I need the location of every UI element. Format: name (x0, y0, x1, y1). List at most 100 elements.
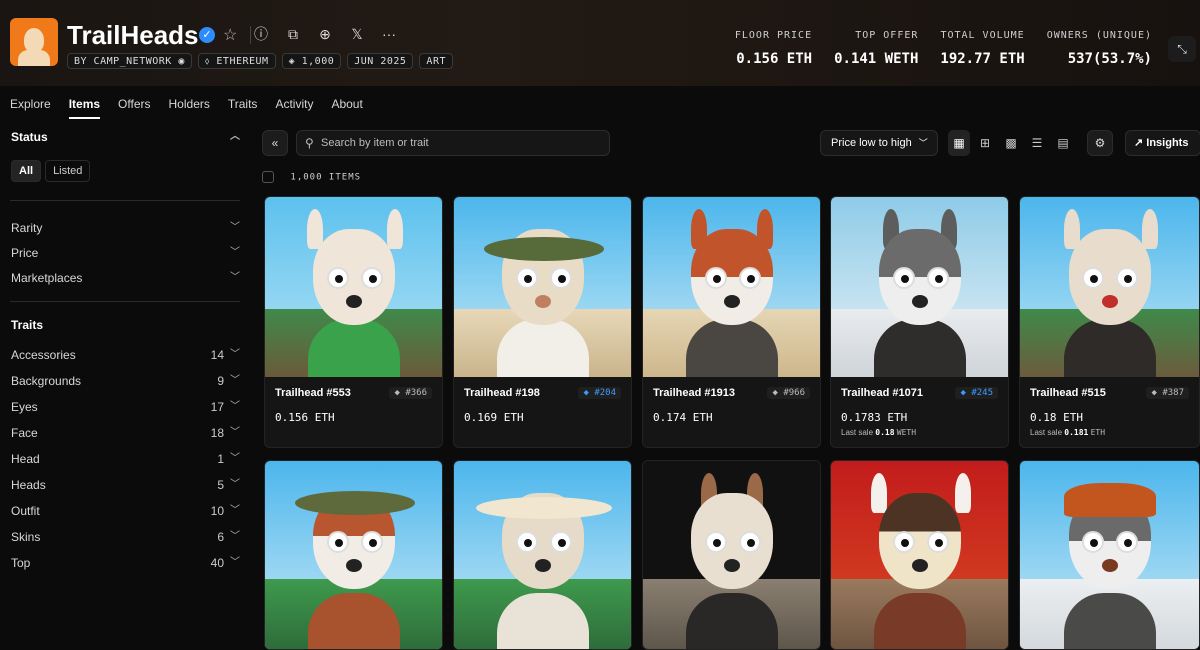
chain-chip[interactable]: ⬨ ETHEREUM (197, 53, 276, 69)
trait-face[interactable]: Face 18 ﹀ (0, 420, 250, 446)
item-price: 0.174 ETH (653, 411, 713, 424)
chevron-down-icon: ﹀ (230, 479, 240, 490)
filter-rarity[interactable]: Rarity ﹀ (0, 215, 250, 241)
item-card[interactable] (264, 460, 443, 650)
trait-top[interactable]: Top 40 ﹀ (0, 550, 250, 576)
category-chip[interactable]: ART (419, 53, 453, 69)
stat-floor-price: FLOOR PRICE 0.156 ETH (734, 30, 813, 67)
status-listed-button[interactable]: Listed (45, 160, 91, 182)
chevron-down-icon: ﹀ (230, 222, 240, 233)
item-card[interactable] (1019, 460, 1200, 650)
nft-image (265, 461, 442, 649)
chevron-down-icon: ﹀ (230, 401, 240, 412)
item-card[interactable]: Trailhead #553 ◆ #366 0.156 ETH (264, 196, 443, 448)
tab-activity[interactable]: Activity (275, 97, 313, 119)
items-toolbar: « ⚲ Price low to high ﹀ ▦ ⊞ ▩ ☰ ▤ ⚙ ↗ In… (262, 130, 1200, 156)
chevron-down-icon: ﹀ (230, 247, 240, 258)
stack-icon: ◈ (288, 56, 296, 67)
item-card[interactable]: Trailhead #198 ◆ #204 0.169 ETH (453, 196, 632, 448)
chevron-down-icon: ﹀ (230, 531, 240, 542)
select-all-checkbox[interactable] (262, 171, 274, 183)
item-card[interactable] (453, 460, 632, 650)
chevron-down-icon: ﹀ (230, 557, 240, 568)
last-sale: Last sale 0.181 ETH (1030, 428, 1106, 437)
favorite-star-icon[interactable]: ☆ (223, 25, 237, 45)
grid-medium-icon[interactable]: ⊞ (974, 130, 996, 156)
sidebar-divider (10, 301, 240, 302)
table-icon[interactable]: ▤ (1052, 130, 1074, 156)
filter-price[interactable]: Price ﹀ (0, 240, 250, 266)
nft-image (1020, 461, 1199, 649)
grid-small-icon[interactable]: ▩ (1000, 130, 1022, 156)
filter-marketplaces[interactable]: Marketplaces ﹀ (0, 265, 250, 291)
header-links: ⓘ ⧉ ⊕ 𝕏 ··· (252, 24, 398, 44)
trait-backgrounds[interactable]: Backgrounds 9 ﹀ (0, 368, 250, 394)
trait-skins[interactable]: Skins 6 ﹀ (0, 524, 250, 550)
item-card[interactable]: Trailhead #515 ◆ #387 0.18 ETH Last sale… (1019, 196, 1200, 448)
tab-offers[interactable]: Offers (118, 97, 150, 119)
x-twitter-icon[interactable]: 𝕏 (348, 24, 366, 44)
header-divider (250, 26, 251, 44)
grid-large-icon[interactable]: ▦ (948, 130, 970, 156)
chevron-down-icon: ﹀ (918, 138, 928, 148)
status-section-header[interactable]: Status ︿ (0, 124, 250, 150)
tab-traits[interactable]: Traits (228, 97, 258, 119)
status-toggle: All Listed (11, 160, 250, 182)
traits-section-title: Traits (11, 318, 44, 332)
trait-outfit[interactable]: Outfit 10 ﹀ (0, 498, 250, 524)
tab-explore[interactable]: Explore (10, 97, 51, 119)
info-icon[interactable]: ⓘ (252, 24, 270, 44)
trait-eyes[interactable]: Eyes 17 ﹀ (0, 394, 250, 420)
rarity-rank: ◆ #387 (1146, 387, 1189, 399)
collapse-sidebar-icon[interactable]: « (262, 130, 288, 156)
tab-items[interactable]: Items (68, 97, 101, 119)
trait-accessories[interactable]: Accessories 14 ﹀ (0, 342, 250, 368)
insights-button[interactable]: ↗ Insights (1125, 130, 1200, 156)
collection-header: TrailHeads ✓ ☆ ⓘ ⧉ ⊕ 𝕏 ··· BY CAMP_NETWO… (0, 0, 1200, 86)
item-price: 0.1783 ETH (841, 411, 908, 424)
tab-holders[interactable]: Holders (169, 97, 210, 119)
status-all-button[interactable]: All (11, 160, 42, 182)
tab-about[interactable]: About (331, 97, 362, 119)
website-globe-icon[interactable]: ⊕ (316, 24, 334, 44)
trait-head[interactable]: Head 1 ﹀ (0, 446, 250, 472)
item-card[interactable] (830, 460, 1009, 650)
stat-total-volume: TOTAL VOLUME 192.77 ETH (940, 30, 1025, 67)
creator-chip[interactable]: BY CAMP_NETWORK ◉ (67, 53, 192, 69)
item-price: 0.18 ETH (1030, 411, 1083, 424)
item-card[interactable]: Trailhead #1913 ◆ #966 0.174 ETH (642, 196, 821, 448)
rarity-rank: ◆ #245 (955, 387, 998, 399)
more-options-icon[interactable]: ··· (380, 24, 398, 44)
filter-sidebar: Status ︿ All Listed Rarity ﹀ Price ﹀ Marke… (0, 124, 250, 576)
search-input[interactable] (321, 134, 601, 152)
collapse-header-icon[interactable]: ⤡ (1168, 36, 1196, 62)
search-icon: ⚲ (305, 136, 314, 150)
rarity-rank: ◆ #366 (389, 387, 432, 399)
view-mode-buttons: ▦ ⊞ ▩ ☰ ▤ (948, 130, 1074, 156)
collection-stats: FLOOR PRICE 0.156 ETH TOP OFFER 0.141 WE… (735, 30, 1152, 67)
trait-heads[interactable]: Heads 5 ﹀ (0, 472, 250, 498)
nft-image (643, 197, 820, 377)
nft-image (265, 197, 442, 377)
item-card[interactable]: Trailhead #1071 ◆ #245 0.1783 ETH Last s… (830, 196, 1009, 448)
chevron-down-icon: ﹀ (230, 349, 240, 360)
chevron-down-icon: ﹀ (230, 505, 240, 516)
date-chip: JUN 2025 (347, 53, 414, 69)
sort-dropdown[interactable]: Price low to high ﹀ (820, 130, 938, 156)
last-sale: Last sale 0.18 WETH (841, 428, 917, 437)
chevron-down-icon: ﹀ (230, 453, 240, 464)
collection-chips: BY CAMP_NETWORK ◉ ⬨ ETHEREUM ◈ 1,000 JUN… (67, 53, 453, 69)
nft-image (454, 461, 631, 649)
stat-top-offer: TOP OFFER 0.141 WETH (834, 30, 919, 67)
verified-small-icon: ◉ (178, 56, 185, 67)
rarity-rank: ◆ #966 (767, 387, 810, 399)
items-count: 1,000 ITEMS (290, 172, 362, 183)
copy-icon[interactable]: ⧉ (284, 24, 302, 44)
settings-gear-icon[interactable]: ⚙ (1087, 130, 1113, 156)
ethereum-icon: ⬨ (204, 56, 210, 67)
search-box: ⚲ (296, 130, 610, 156)
item-card[interactable] (642, 460, 821, 650)
chevron-up-icon: ︿ (230, 131, 240, 142)
chevron-down-icon: ﹀ (230, 272, 240, 283)
list-icon[interactable]: ☰ (1026, 130, 1048, 156)
